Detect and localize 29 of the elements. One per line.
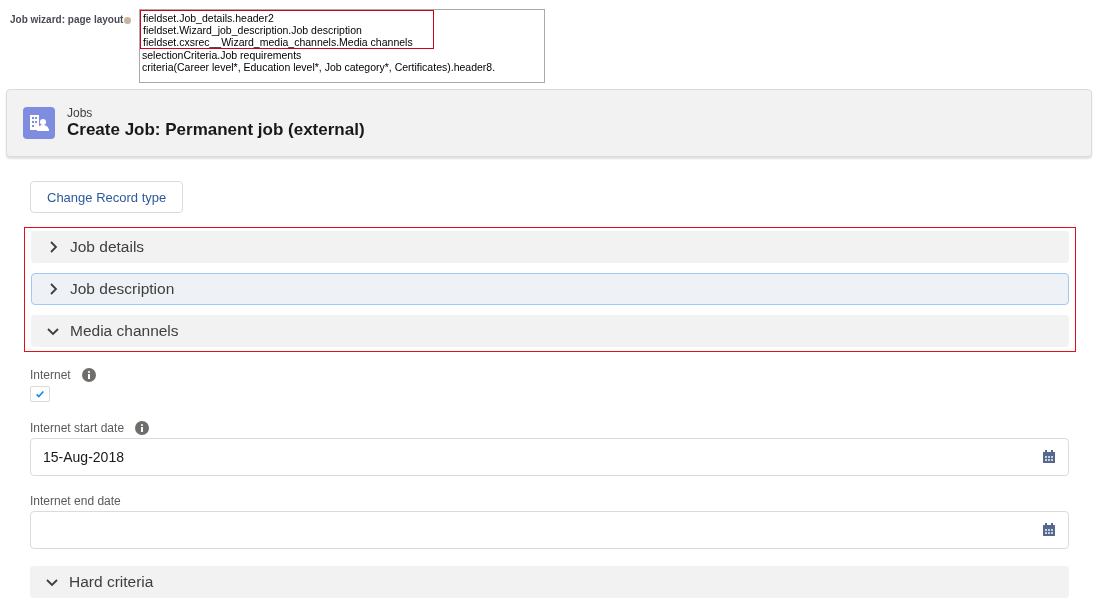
textarea-line: fieldset.Job_details.header2 <box>143 12 275 24</box>
checkbox[interactable] <box>30 386 50 402</box>
section-header[interactable]: Job details <box>31 231 1069 263</box>
checkmark-icon <box>35 389 45 399</box>
textarea-line: criteria(Career level*, Education level*, Job category*, Certificates).header8. <box>141 61 497 73</box>
textarea-line: fieldset.Wizard_job_description.Job description <box>143 24 363 36</box>
chevron-down-icon <box>46 576 58 588</box>
textarea-line: selectionCriteria.Job requirements <box>141 49 303 61</box>
building-person-icon <box>23 107 55 139</box>
textarea-line: fieldset.cxsrec__Wizard_media_channels.Media channels <box>143 36 414 48</box>
chevron-right-icon <box>47 283 59 295</box>
field-label: Internet <box>30 368 71 382</box>
object-name: Jobs <box>67 106 94 120</box>
calendar-icon <box>1042 450 1056 464</box>
field-label: Internet start date <box>30 421 125 435</box>
field-label: Internet end date <box>30 494 121 508</box>
help-icon <box>124 17 132 24</box>
setting-label: Job wizard: page layout <box>10 14 124 27</box>
section-header[interactable]: Job description <box>31 273 1069 305</box>
section-header[interactable]: Media channels <box>31 315 1069 347</box>
date-field[interactable]: 15-Aug-2018 <box>30 438 1069 476</box>
layout-textarea[interactable] <box>139 9 545 83</box>
chevron-down-icon <box>47 325 59 337</box>
change-record-type-button[interactable]: Change Record type <box>30 181 184 213</box>
section-header[interactable]: Hard criteria <box>30 566 1069 598</box>
page-title: Create Job: Permanent job (external) <box>67 120 365 140</box>
chevron-right-icon <box>47 241 59 253</box>
date-field[interactable] <box>30 511 1069 549</box>
calendar-icon <box>1042 523 1056 537</box>
